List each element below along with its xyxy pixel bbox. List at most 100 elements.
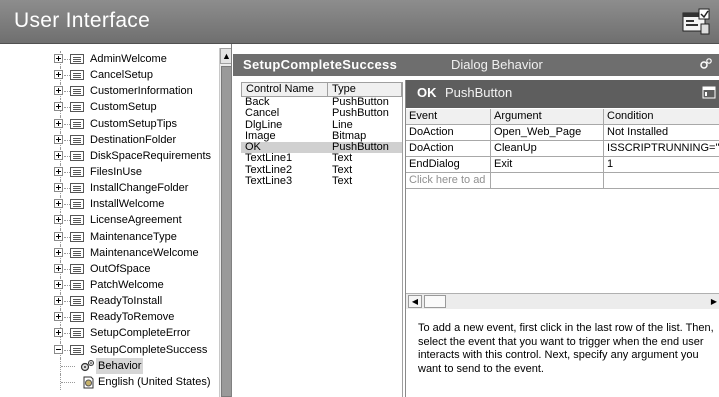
new-event-placeholder[interactable]: Click here to ad — [406, 173, 491, 188]
event-grid-hscrollbar[interactable]: ◀ ▶ — [406, 293, 719, 309]
dialog-icon — [70, 70, 84, 81]
control-rows: Back PushButton Cancel PushButton DlgLine Lin… — [241, 97, 402, 187]
new-event-row[interactable]: Click here to ad — [406, 173, 719, 189]
new-argument-cell[interactable] — [491, 173, 604, 188]
expand-icon[interactable] — [54, 86, 63, 96]
view-header: User Interface — [0, 0, 719, 44]
expand-icon[interactable] — [54, 166, 63, 176]
condition-cell[interactable]: ISSCRIPTRUNNING="1 — [604, 141, 719, 156]
tree-item-licenseagreement[interactable]: LicenseAgreement — [0, 212, 218, 229]
column-header-control-name[interactable]: Control Name — [246, 83, 314, 96]
scroll-up-button[interactable]: ▲ — [220, 48, 231, 64]
column-header-condition[interactable]: Condition — [604, 109, 719, 124]
tree-item-installwelcome[interactable]: InstallWelcome — [0, 196, 218, 213]
expand-icon[interactable] — [54, 296, 63, 306]
tree-item-label: MaintenanceWelcome — [90, 246, 199, 259]
expand-icon[interactable] — [54, 134, 63, 144]
dialog-icon — [70, 118, 84, 129]
tree-item-destinationfolder[interactable]: DestinationFolder — [0, 131, 218, 148]
condition-cell[interactable]: Not Installed — [604, 125, 719, 140]
control-list[interactable]: Control Name Type Back PushButton Cancel Pu… — [241, 82, 403, 397]
column-header-event[interactable]: Event — [406, 109, 491, 124]
expand-icon[interactable] — [54, 150, 63, 160]
control-behavior-panel: OK PushButton Event Argument Condition D… — [405, 80, 719, 397]
tree-item-english-united-states[interactable]: English (United States) — [0, 373, 218, 390]
event-row[interactable]: EndDialog Exit 1 — [406, 157, 719, 173]
event-row[interactable]: DoAction Open_Web_Page Not Installed — [406, 125, 719, 141]
expand-icon[interactable] — [54, 279, 63, 289]
control-row-textline1[interactable]: TextLine1 Text — [241, 153, 402, 164]
column-header-type[interactable]: Type — [327, 83, 402, 96]
tree-item-customsetup[interactable]: CustomSetup — [0, 99, 218, 116]
tree-item-label: ReadyToInstall — [90, 295, 163, 308]
condition-cell[interactable]: 1 — [604, 157, 719, 172]
collapse-icon[interactable] — [54, 344, 63, 354]
expand-icon[interactable] — [54, 70, 63, 80]
control-row-textline3[interactable]: TextLine3 Text — [241, 175, 402, 187]
expand-icon[interactable] — [54, 328, 63, 338]
dialog-icon — [70, 86, 84, 97]
tree-item-cancelsetup[interactable]: CancelSetup — [0, 67, 218, 84]
tree-connector — [61, 365, 75, 367]
event-cell[interactable]: DoAction — [406, 125, 491, 140]
tree-item-label: PatchWelcome — [90, 278, 164, 291]
argument-cell[interactable]: CleanUp — [491, 141, 604, 156]
expand-icon[interactable] — [54, 54, 63, 63]
dialog-icon — [70, 344, 84, 355]
expand-icon[interactable] — [54, 118, 63, 128]
tree-item-maintenancewelcome[interactable]: MaintenanceWelcome — [0, 244, 218, 261]
tree-item-label: CancelSetup — [90, 69, 153, 82]
tree-item-customsetuptips[interactable]: CustomSetupTips — [0, 115, 218, 132]
tree-item-readytoremove[interactable]: ReadyToRemove — [0, 309, 218, 326]
scroll-right-button[interactable]: ▶ — [708, 295, 719, 308]
tree-item-behavior[interactable]: Behavior — [0, 357, 218, 374]
tree-item-filesinuse[interactable]: FilesInUse — [0, 163, 218, 181]
expand-icon[interactable] — [54, 199, 63, 209]
tree-item-adminwelcome[interactable]: AdminWelcome — [0, 51, 218, 68]
language-icon — [83, 376, 94, 389]
tree-item-patchwelcome[interactable]: PatchWelcome — [0, 276, 218, 294]
expand-icon[interactable] — [54, 231, 63, 241]
event-cell[interactable]: EndDialog — [406, 157, 491, 172]
control-behavior-title: OK PushButton — [406, 80, 719, 108]
hscroll-thumb[interactable] — [424, 295, 446, 308]
tree-item-maintenancetype[interactable]: MaintenanceType — [0, 228, 218, 245]
expand-icon[interactable] — [54, 263, 63, 273]
selected-control-type: PushButton — [445, 85, 513, 100]
event-cell[interactable]: DoAction — [406, 141, 491, 156]
control-type: Line — [332, 118, 353, 131]
tree-item-label: FilesInUse — [90, 165, 142, 178]
tree-item-diskspacerequirements[interactable]: DiskSpaceRequirements — [0, 147, 218, 164]
dialog-icon — [70, 166, 84, 177]
tree-item-customerinformation[interactable]: CustomerInformation — [0, 83, 218, 100]
tree-item-outofspace[interactable]: OutOfSpace — [0, 260, 218, 277]
event-row[interactable]: DoAction CleanUp ISSCRIPTRUNNING="1 — [406, 141, 719, 157]
column-header-argument[interactable]: Argument — [491, 109, 604, 124]
argument-cell[interactable]: Exit — [491, 157, 604, 172]
tree-item-label: MaintenanceType — [90, 230, 177, 243]
tree-item-readytoinstall[interactable]: ReadyToInstall — [0, 293, 218, 310]
tree-item-label: InstallChangeFolder — [90, 182, 189, 195]
expand-icon[interactable] — [54, 312, 63, 322]
expand-icon[interactable] — [54, 102, 63, 112]
control-row-cancel[interactable]: Cancel PushButton — [241, 108, 402, 119]
scroll-left-button[interactable]: ◀ — [408, 295, 422, 308]
expand-icon[interactable] — [54, 247, 63, 257]
control-name: TextLine1 — [245, 152, 293, 165]
new-condition-cell[interactable] — [604, 173, 719, 188]
tree-item-label: CustomerInformation — [90, 85, 193, 98]
tree-item-label: CustomSetupTips — [90, 117, 178, 130]
tree-scrollbar[interactable]: ▲ — [219, 48, 231, 397]
help-panel-icon[interactable] — [702, 86, 716, 99]
tree-item-label: Behavior — [96, 357, 144, 374]
event-grid[interactable]: Event Argument Condition DoAction Open_We… — [406, 109, 719, 189]
tree-item-setupcompletesuccess[interactable]: SetupCompleteSuccess — [0, 341, 218, 358]
page-title: User Interface — [14, 9, 151, 32]
tree-item-setupcompleteerror[interactable]: SetupCompleteError — [0, 325, 218, 342]
expand-icon[interactable] — [54, 215, 63, 225]
scroll-thumb[interactable] — [221, 66, 231, 397]
dialog-tree[interactable]: AdminWelcome CancelSetup CustomerInformati… — [0, 44, 232, 397]
argument-cell[interactable]: Open_Web_Page — [491, 125, 604, 140]
tree-item-installchangefolder[interactable]: InstallChangeFolder — [0, 180, 218, 197]
expand-icon[interactable] — [54, 183, 63, 193]
